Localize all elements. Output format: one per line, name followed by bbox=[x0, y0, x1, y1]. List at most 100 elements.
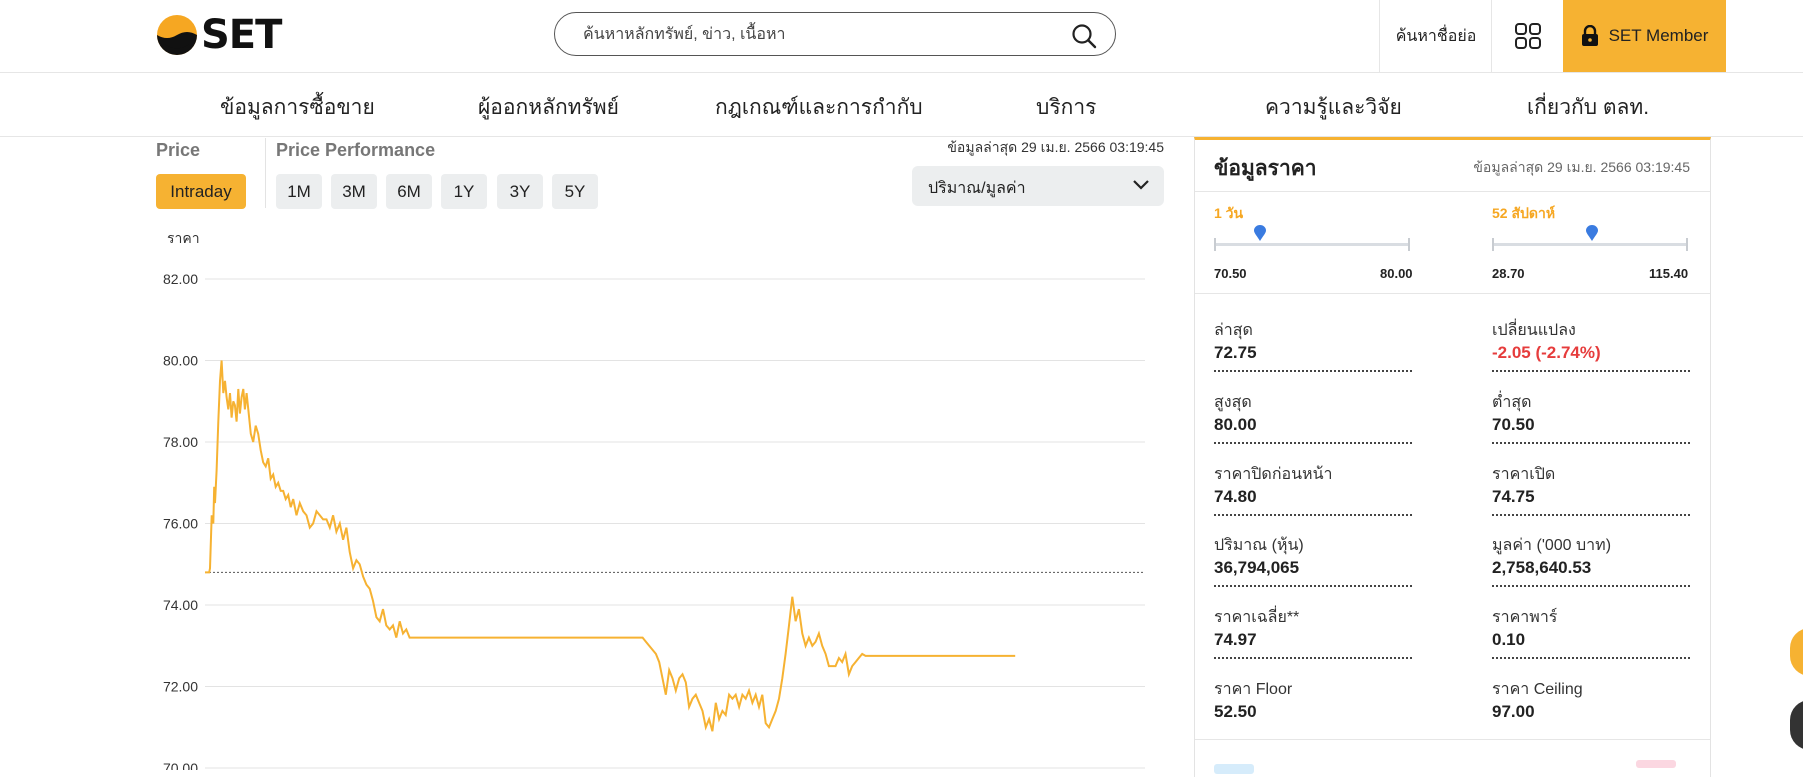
symbol-search-link[interactable]: ค้นหาชื่อย่อ bbox=[1379, 0, 1492, 72]
y-tick-label: 78.00 bbox=[163, 434, 198, 450]
y-tick-label: 82.00 bbox=[163, 271, 198, 287]
price-series-line bbox=[205, 360, 1016, 732]
stat-label: ราคาเปิด bbox=[1492, 466, 1556, 483]
stat-label: ราคาพาร์ bbox=[1492, 609, 1558, 626]
nav-item-regulations[interactable]: กฎเกณฑ์และการกำกับ bbox=[715, 91, 923, 124]
stat-label: ต่ำสุด bbox=[1492, 394, 1532, 411]
week52-range-high: 115.40 bbox=[1649, 266, 1689, 281]
grid-icon bbox=[1514, 23, 1541, 49]
stat-value: 80.00 bbox=[1214, 415, 1257, 434]
performance-section-label: Price Performance bbox=[276, 140, 436, 160]
y-axis-label: ราคา bbox=[167, 230, 200, 246]
panel-last-updated: ข้อมูลล่าสุด 29 เม.ย. 2566 03:19:45 bbox=[1473, 159, 1690, 175]
price-info-panel: ข้อมูลราคา ข้อมูลล่าสุด 29 เม.ย. 2566 03… bbox=[1194, 137, 1711, 777]
range-5y-button[interactable]: 5Y bbox=[552, 174, 598, 209]
stat-value: 52.50 bbox=[1214, 702, 1257, 721]
section-divider bbox=[265, 138, 266, 208]
nav-item-knowledge-research[interactable]: ความรู้และวิจัย bbox=[1265, 91, 1402, 124]
stat-open: ราคาเปิด 74.75 bbox=[1492, 450, 1690, 516]
stat-volume: ปริมาณ (หุ้น) 36,794,065 bbox=[1214, 521, 1412, 587]
nav-item-about-set[interactable]: เกี่ยวกับ ตลท. bbox=[1527, 91, 1649, 124]
stat-label: ล่าสุด bbox=[1214, 322, 1253, 339]
range-6m-button[interactable]: 6M bbox=[386, 174, 432, 209]
stat-high: สูงสุด 80.00 bbox=[1214, 378, 1412, 444]
y-tick-label: 76.00 bbox=[163, 516, 198, 532]
week52-range-track bbox=[1492, 238, 1688, 251]
week52-range-low: 28.70 bbox=[1492, 266, 1525, 281]
stat-value: 70.50 bbox=[1492, 415, 1535, 434]
panel-title: ข้อมูลราคา bbox=[1214, 157, 1317, 180]
dropdown-selected-value: ปริมาณ/มูลค่า bbox=[928, 180, 1026, 197]
search-box[interactable] bbox=[554, 12, 1116, 56]
stat-value-thb: มูลค่า ('000 บาท) 2,758,640.53 bbox=[1492, 521, 1690, 587]
day-range-track bbox=[1214, 238, 1410, 251]
lock-icon bbox=[1581, 25, 1598, 46]
stat-label: ราคา Ceiling bbox=[1492, 681, 1583, 698]
stat-ceiling: ราคา Ceiling 97.00 bbox=[1492, 665, 1690, 729]
stat-label: ราคาปิดก่อนหน้า bbox=[1214, 466, 1333, 483]
search-input[interactable] bbox=[581, 22, 1055, 48]
set-logo[interactable]: SET bbox=[157, 12, 282, 58]
apps-menu-button[interactable] bbox=[1491, 0, 1563, 72]
day-range-high: 80.00 bbox=[1380, 266, 1413, 281]
stat-floor: ราคา Floor 52.50 bbox=[1214, 665, 1412, 729]
stat-value: 72.75 bbox=[1214, 343, 1257, 362]
range-3m-button[interactable]: 3M bbox=[331, 174, 377, 209]
logo-text: SET bbox=[201, 12, 282, 58]
week52-range-label: 52 สัปดาห์ bbox=[1492, 205, 1556, 221]
stat-label: เปลี่ยนแปลง bbox=[1492, 322, 1576, 339]
panel-divider bbox=[1195, 191, 1710, 192]
stat-label: ราคา Floor bbox=[1214, 681, 1293, 698]
set-logo-icon bbox=[157, 15, 197, 55]
nav-item-trading-data[interactable]: ข้อมูลการซื้อขาย bbox=[220, 91, 375, 124]
nav-item-services[interactable]: บริการ bbox=[1036, 91, 1096, 124]
week52-range-marker-icon bbox=[1585, 225, 1598, 241]
panel-divider bbox=[1195, 293, 1710, 294]
stat-prev-close: ราคาปิดก่อนหน้า 74.80 bbox=[1214, 450, 1412, 516]
stat-average-price: ราคาเฉลี่ย** 74.97 bbox=[1214, 593, 1412, 659]
day-range-marker-icon bbox=[1254, 225, 1267, 241]
info-chip bbox=[1636, 760, 1676, 768]
stat-par: ราคาพาร์ 0.10 bbox=[1492, 593, 1690, 659]
stat-value: 36,794,065 bbox=[1214, 558, 1300, 577]
day-range-label: 1 วัน bbox=[1214, 205, 1244, 221]
y-tick-label: 80.00 bbox=[163, 353, 198, 369]
chart-last-updated: ข้อมูลล่าสุด 29 เม.ย. 2566 03:19:45 bbox=[947, 139, 1164, 155]
floating-action-button[interactable] bbox=[1790, 628, 1803, 676]
search-icon[interactable] bbox=[1071, 23, 1097, 49]
stat-label: มูลค่า ('000 บาท) bbox=[1492, 537, 1612, 554]
info-chip bbox=[1214, 764, 1254, 774]
intraday-button[interactable]: Intraday bbox=[156, 174, 246, 209]
y-tick-label: 74.00 bbox=[163, 597, 198, 613]
set-member-label: SET Member bbox=[1608, 26, 1709, 45]
stat-label: ปริมาณ (หุ้น) bbox=[1214, 537, 1304, 554]
stat-value: 74.97 bbox=[1214, 630, 1257, 649]
stat-value: 2,758,640.53 bbox=[1492, 558, 1592, 577]
stat-low: ต่ำสุด 70.50 bbox=[1492, 378, 1690, 444]
stat-last: ล่าสุด 72.75 bbox=[1214, 306, 1412, 372]
y-tick-label: 72.00 bbox=[163, 679, 198, 695]
day-range-low: 70.50 bbox=[1214, 266, 1247, 281]
range-3y-button[interactable]: 3Y bbox=[497, 174, 543, 209]
volume-value-dropdown[interactable]: ปริมาณ/มูลค่า bbox=[912, 166, 1164, 206]
stat-value: 74.80 bbox=[1214, 487, 1257, 506]
stat-value: 0.10 bbox=[1492, 630, 1526, 649]
y-tick-label: 70.00 bbox=[163, 760, 198, 770]
symbol-search-label: ค้นหาชื่อย่อ bbox=[1395, 27, 1477, 45]
price-section-label: Price bbox=[156, 140, 201, 160]
set-member-button[interactable]: SET Member bbox=[1563, 0, 1726, 72]
floating-chat-button[interactable] bbox=[1790, 700, 1803, 750]
top-header: SET ค้นหาชื่อย่อ SET Member bbox=[0, 0, 1803, 73]
range-1m-button[interactable]: 1M bbox=[276, 174, 322, 209]
chevron-down-icon bbox=[1133, 180, 1149, 190]
stat-label: ราคาเฉลี่ย** bbox=[1214, 609, 1300, 626]
stat-label: สูงสุด bbox=[1214, 394, 1252, 411]
stat-value: 97.00 bbox=[1492, 702, 1535, 721]
main-nav: ข้อมูลการซื้อขาย ผู้ออกหลักทรัพย์ กฎเกณฑ… bbox=[0, 73, 1803, 137]
stat-value: -2.05 (-2.74%) bbox=[1492, 343, 1601, 362]
panel-divider bbox=[1195, 739, 1710, 740]
stat-change: เปลี่ยนแปลง -2.05 (-2.74%) bbox=[1492, 306, 1690, 372]
range-1y-button[interactable]: 1Y bbox=[441, 174, 487, 209]
nav-item-issuers[interactable]: ผู้ออกหลักทรัพย์ bbox=[478, 91, 619, 124]
intraday-price-chart: ราคา 82.00 80.00 78.00 76.00 74.00 72.00 70.00 bbox=[163, 230, 1145, 770]
